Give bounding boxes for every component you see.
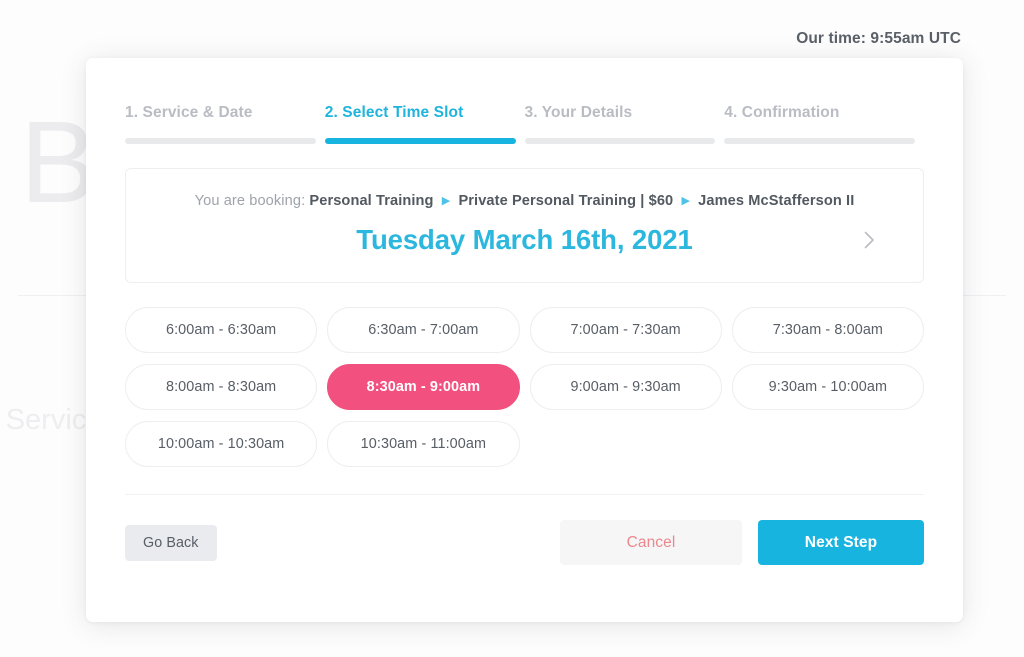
booking-modal: 1. Service & Date 2. Select Time Slot 3.… — [86, 58, 963, 622]
step-label: 1. Service & Date — [125, 104, 253, 121]
booking-summary-staff: James McStafferson II — [698, 193, 855, 209]
step-progress-segment — [524, 138, 716, 144]
step-confirmation[interactable]: 4. Confirmation — [724, 104, 924, 144]
step-select-time-slot[interactable]: 2. Select Time Slot — [324, 104, 525, 144]
booking-summary-service: Personal Training — [309, 193, 434, 209]
step-label: 4. Confirmation — [724, 104, 840, 121]
step-progress-segment — [125, 138, 316, 144]
footer-divider — [125, 494, 924, 495]
step-your-details[interactable]: 3. Your Details — [524, 104, 725, 144]
time-slot-option[interactable]: 8:00am - 8:30am — [125, 364, 318, 410]
step-service-and-date[interactable]: 1. Service & Date — [125, 104, 325, 144]
go-back-button[interactable]: Go Back — [125, 524, 217, 561]
time-slot-option-selected[interactable]: 8:30am - 9:00am — [327, 364, 520, 410]
step-progress-segment — [324, 138, 516, 144]
breadcrumb-arrow-icon: ▶ — [441, 195, 451, 207]
modal-footer: Go Back Cancel Next Step — [125, 520, 924, 565]
booking-summary-text: You are booking: Personal Training ▶ Pri… — [146, 193, 903, 209]
time-slot-option[interactable]: 7:00am - 7:30am — [529, 307, 722, 353]
cancel-button[interactable]: Cancel — [560, 520, 742, 565]
time-slot-option[interactable]: 10:00am - 10:30am — [125, 421, 318, 467]
breadcrumb-arrow-icon: ▶ — [681, 195, 690, 207]
time-slot-option[interactable]: 7:30am - 8:00am — [731, 307, 924, 353]
time-slot-option[interactable]: 10:30am - 11:00am — [327, 421, 520, 467]
step-progress-segment — [724, 138, 915, 144]
time-slot-option[interactable]: 9:00am - 9:30am — [529, 364, 722, 410]
selected-date-row: Tuesday March 16th, 2021 — [146, 224, 903, 256]
next-step-button[interactable]: Next Step — [758, 520, 924, 565]
time-slot-option[interactable]: 6:00am - 6:30am — [125, 307, 318, 353]
booking-summary-option: Private Personal Training | $60 — [458, 193, 674, 209]
footer-actions: Cancel Next Step — [560, 520, 924, 565]
step-progress-bar: 1. Service & Date 2. Select Time Slot 3.… — [125, 58, 924, 144]
time-slot-option[interactable]: 6:30am - 7:00am — [327, 307, 520, 353]
booking-summary-prefix: You are booking: — [194, 193, 306, 209]
time-slot-option[interactable]: 9:30am - 10:00am — [731, 364, 924, 410]
chevron-right-icon[interactable] — [859, 227, 879, 253]
our-time-label: Our time: 9:55am UTC — [796, 30, 961, 47]
step-label: 3. Your Details — [524, 104, 633, 121]
step-label: 2. Select Time Slot — [324, 104, 464, 121]
selected-date-title: Tuesday March 16th, 2021 — [356, 224, 693, 255]
time-slot-grid: 6:00am - 6:30am 6:30am - 7:00am 7:00am -… — [125, 307, 924, 467]
booking-summary-card: You are booking: Personal Training ▶ Pri… — [125, 168, 924, 283]
